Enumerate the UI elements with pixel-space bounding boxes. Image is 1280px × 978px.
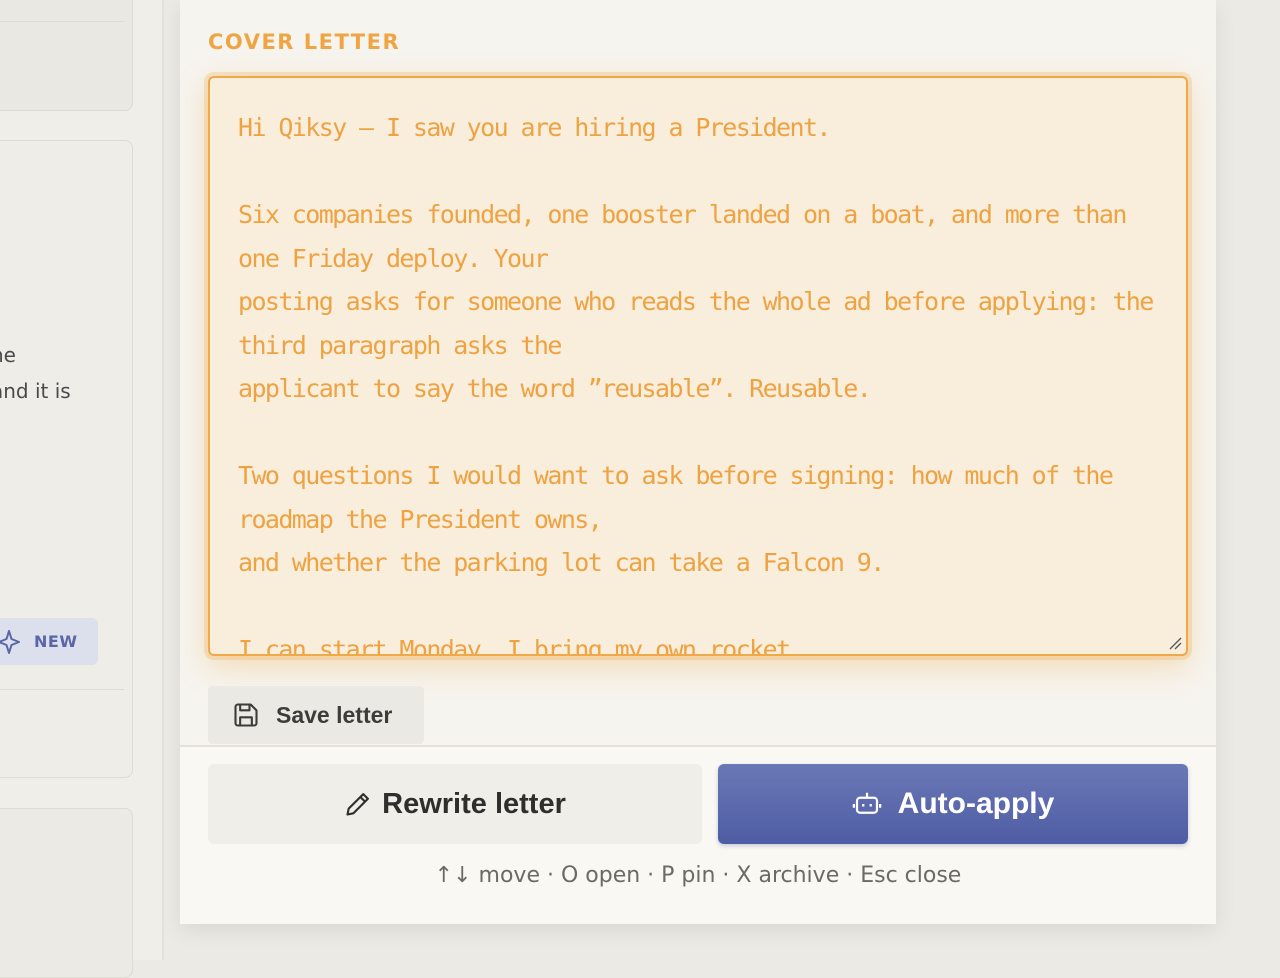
- resize-handle-icon[interactable]: [1168, 636, 1182, 650]
- job-card-snippet: and it is: [0, 379, 71, 403]
- job-detail-panel: COVER LETTER Hi Qiksy — I saw you are hi…: [180, 0, 1216, 924]
- action-footer: Rewrite letter Auto-apply ↑↓ move · O op…: [180, 747, 1216, 924]
- new-badge: NEW: [0, 618, 98, 665]
- card-divider: [0, 689, 124, 690]
- rewrite-letter-label: Rewrite letter: [382, 787, 566, 820]
- robot-icon: [852, 792, 881, 814]
- job-card[interactable]: [0, 808, 133, 978]
- card-divider: [0, 21, 124, 22]
- job-card[interactable]: [0, 0, 133, 111]
- cover-letter-text[interactable]: Hi Qiksy — I saw you are hiring a Presid…: [238, 106, 1160, 654]
- job-card-snippet: he: [0, 343, 16, 367]
- sparkle-icon: [0, 629, 20, 654]
- rewrite-letter-button[interactable]: Rewrite letter: [208, 764, 702, 844]
- save-letter-button[interactable]: Save letter: [208, 686, 424, 744]
- keyboard-shortcuts-hint: ↑↓ move · O open · P pin · X archive · E…: [434, 863, 962, 888]
- cover-letter-textarea[interactable]: Hi Qiksy — I saw you are hiring a Presid…: [208, 76, 1188, 656]
- auto-apply-button[interactable]: Auto-apply: [718, 764, 1188, 844]
- auto-apply-label: Auto-apply: [897, 787, 1055, 820]
- save-icon: [234, 703, 258, 727]
- pencil-icon: [346, 793, 370, 816]
- cover-letter-heading: COVER LETTER: [208, 30, 401, 54]
- new-badge-label: NEW: [34, 632, 78, 651]
- save-letter-label: Save letter: [276, 701, 393, 728]
- job-list-background: he and it is NEW: [0, 0, 164, 978]
- job-card[interactable]: he and it is: [0, 140, 133, 778]
